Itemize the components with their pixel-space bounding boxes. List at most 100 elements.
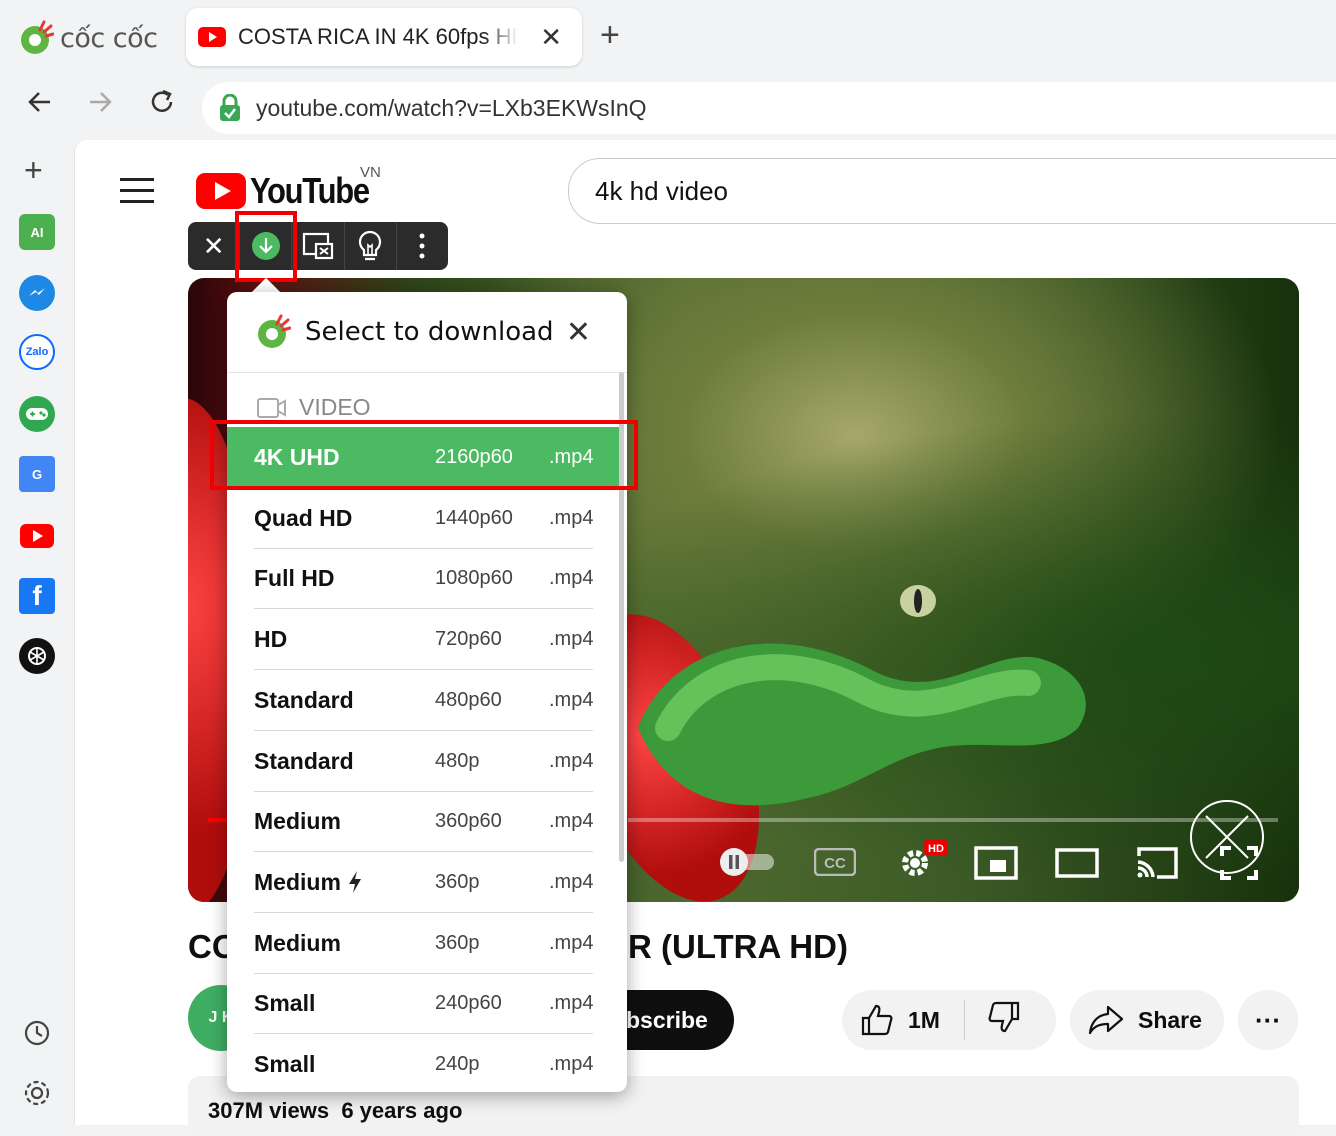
thumbs-up-icon <box>861 1004 893 1036</box>
download-option-3[interactable]: HD 720p60 .mp4 <box>227 609 621 671</box>
like-count: 1M <box>908 1006 940 1033</box>
share-label: Share <box>1138 1006 1202 1033</box>
popup-title: Select to download <box>305 317 554 347</box>
captions-button[interactable]: CC <box>813 847 857 881</box>
download-option-2[interactable]: Full HD 1080p60 .mp4 <box>227 548 621 610</box>
option-format: .mp4 <box>549 1053 594 1075</box>
option-quality: Full HD <box>254 565 335 592</box>
option-quality: Medium <box>254 868 341 895</box>
lightbulb-icon <box>359 230 382 261</box>
option-quality: Standard <box>254 747 354 774</box>
sidebar-chatgpt-icon[interactable] <box>19 638 55 674</box>
forward-arrow-icon <box>90 92 112 112</box>
autoplay-toggle-icon <box>720 848 774 876</box>
region-code: VN <box>360 164 381 181</box>
green-snake-image <box>638 585 1086 806</box>
option-resolution: 360p <box>435 870 480 893</box>
fullscreen-button[interactable] <box>1220 846 1258 885</box>
download-option-7[interactable]: Medium 360p .mp4 <box>227 852 621 913</box>
secure-lock-icon <box>220 94 240 121</box>
toolbar-pip-button[interactable] <box>292 222 345 270</box>
selected-option-highlight <box>210 420 638 490</box>
option-quality: Small <box>254 990 316 1017</box>
tab-title: COSTA RICA IN 4K 60fps HDR (ULTRA HD) <box>238 24 518 49</box>
search-input[interactable]: 4k hd video <box>568 158 1336 224</box>
sidebar-translate-icon[interactable]: G <box>19 456 55 492</box>
like-divider <box>963 1000 965 1040</box>
browser-tab-active[interactable]: COSTA RICA IN 4K 60fps HDR (ULTRA HD) ✕ <box>186 8 582 66</box>
new-tab-button[interactable]: + <box>600 16 620 55</box>
youtube-favicon-icon <box>198 27 226 47</box>
captions-icon: CC <box>813 847 857 877</box>
video-section-header: VIDEO <box>257 394 371 421</box>
miniplayer-button[interactable] <box>974 846 1018 885</box>
option-resolution: 1080p60 <box>435 567 513 590</box>
share-button[interactable]: Share <box>1070 990 1224 1050</box>
download-option-9[interactable]: Small 240p60 .mp4 <box>227 973 621 1035</box>
popup-close-icon[interactable]: ✕ <box>566 315 591 350</box>
option-format: .mp4 <box>549 810 594 833</box>
download-option-8[interactable]: Medium 360p .mp4 <box>227 913 621 974</box>
download-option-6[interactable]: Medium 360p60 .mp4 <box>227 791 621 853</box>
captions-label: CC <box>824 855 846 872</box>
sidebar-add-icon[interactable]: + <box>24 152 43 189</box>
coccoc-logo-icon <box>21 20 54 54</box>
forward-button[interactable] <box>80 88 120 124</box>
sidebar-settings-icon[interactable] <box>22 1078 52 1113</box>
option-resolution: 720p60 <box>435 628 502 651</box>
theater-mode-button[interactable] <box>1055 848 1099 883</box>
option-resolution: 1440p60 <box>435 506 513 529</box>
popup-header: Select to download ✕ <box>227 292 627 373</box>
toolbar-more-button[interactable] <box>397 222 448 270</box>
option-resolution: 480p60 <box>435 688 502 711</box>
video-section-label: VIDEO <box>299 394 371 420</box>
gear-icon <box>24 1080 50 1106</box>
tab-close-icon[interactable]: ✕ <box>540 22 562 53</box>
download-option-5[interactable]: Standard 480p .mp4 <box>227 731 621 792</box>
option-format: .mp4 <box>549 870 594 893</box>
coccoc-menu-button[interactable]: cốc cốc <box>18 18 158 58</box>
option-resolution: 480p <box>435 749 480 772</box>
video-title-right: R (ULTRA HD) <box>628 928 848 965</box>
sidebar-facebook-icon[interactable]: f <box>19 578 55 614</box>
coccoc-logo-icon <box>258 314 291 348</box>
option-resolution: 360p <box>435 931 480 954</box>
hamburger-menu-icon[interactable] <box>120 178 154 211</box>
option-quality: Small <box>254 1051 316 1077</box>
autoplay-toggle[interactable] <box>718 846 778 883</box>
toolbar-light-button[interactable] <box>345 222 397 270</box>
download-option-1[interactable]: Quad HD 1440p60 .mp4 <box>227 488 621 549</box>
gamepad-icon <box>26 408 48 420</box>
sidebar-ai-icon[interactable]: AI <box>19 214 55 250</box>
history-clock-icon <box>24 1020 50 1046</box>
video-camera-icon <box>257 397 286 418</box>
sidebar-game-icon[interactable] <box>19 396 55 432</box>
sidebar-history-icon[interactable] <box>22 1018 52 1053</box>
sidebar-messenger-icon[interactable] <box>19 275 55 311</box>
back-button[interactable] <box>20 88 60 124</box>
toolbar-close-button[interactable]: ✕ <box>188 222 241 270</box>
more-actions-button[interactable]: ··· <box>1238 990 1298 1050</box>
address-bar[interactable]: youtube.com/watch?v=LXb3EKWsInQ <box>202 82 1336 134</box>
sidebar-zalo-icon[interactable]: Zalo <box>19 334 55 370</box>
reload-button[interactable] <box>142 88 182 124</box>
coccoc-brand-text: cốc cốc <box>60 22 158 54</box>
sidebar-youtube-icon[interactable] <box>19 518 55 554</box>
youtube-logo-icon <box>196 173 246 209</box>
youtube-wordmark: YouTube <box>250 170 370 211</box>
cast-button[interactable] <box>1135 846 1179 885</box>
settings-button[interactable]: HD <box>896 838 952 887</box>
option-resolution: 360p60 <box>435 810 502 833</box>
option-format: .mp4 <box>549 567 594 590</box>
download-option-4[interactable]: Standard 480p60 .mp4 <box>227 670 621 731</box>
upload-age: 6 years ago <box>341 1098 463 1123</box>
youtube-play-icon <box>20 524 54 548</box>
lightning-icon <box>347 870 363 899</box>
progress-track[interactable] <box>628 818 1278 822</box>
progress-played <box>208 818 228 822</box>
more-horizontal-icon: ··· <box>1255 1004 1281 1035</box>
like-button[interactable]: 1M <box>860 1003 940 1037</box>
option-format: .mp4 <box>549 749 594 772</box>
download-option-10[interactable]: Small 240p .mp4 <box>227 1034 621 1092</box>
dislike-button[interactable] <box>987 1000 1021 1040</box>
